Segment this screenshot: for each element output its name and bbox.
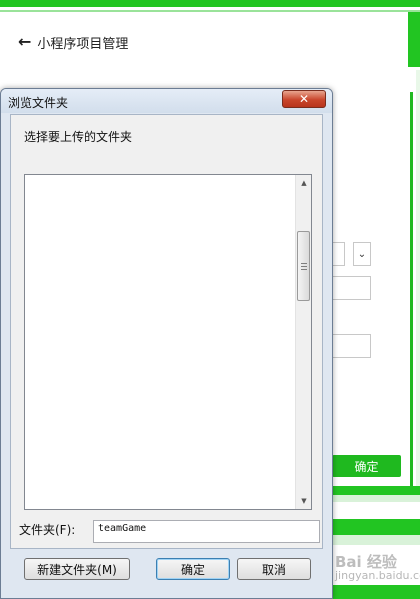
background-input-1[interactable] [331, 276, 371, 300]
background-confirm-button[interactable]: 确定 [332, 455, 401, 477]
ok-button[interactable]: 确定 [156, 558, 230, 580]
scroll-down-icon[interactable]: ▼ [296, 493, 312, 509]
grip-icon [300, 262, 307, 270]
top-brand-accent [0, 10, 420, 12]
folder-row: 文件夹(F): teamGame [10, 516, 323, 543]
cancel-button[interactable]: 取消 [237, 558, 311, 580]
browse-folder-dialog: 浏览文件夹 ✕ 选择要上传的文件夹 ▲ ▼ 文件夹(F): teamGame 新… [0, 88, 333, 599]
chevron-down-icon[interactable]: ⌄ [353, 242, 371, 266]
page-title: 小程序项目管理 [37, 36, 129, 52]
right-accent-shadow [416, 70, 420, 490]
background-band [332, 535, 420, 545]
watermark-url: jingyan.baidu.com [335, 569, 420, 582]
dialog-content: 选择要上传的文件夹 ▲ ▼ [10, 114, 323, 549]
scroll-thumb[interactable] [297, 231, 310, 301]
top-brand-bar [0, 0, 420, 7]
arrow-left-icon: ← [18, 32, 32, 51]
right-accent-strip [408, 12, 420, 67]
folder-tree[interactable]: ▲ ▼ [24, 174, 312, 510]
folder-label: 文件夹(F): [19, 523, 76, 537]
instruction-text: 选择要上传的文件夹 [24, 130, 133, 144]
folder-name-input[interactable]: teamGame [93, 520, 320, 543]
background-band [332, 519, 420, 535]
right-accent-line [410, 92, 413, 487]
dialog-titlebar[interactable]: 浏览文件夹 ✕ [1, 89, 332, 113]
background-footer-bar [332, 585, 420, 599]
back-link[interactable]: ← 小程序项目管理 [18, 32, 128, 52]
background-input-2[interactable] [331, 334, 371, 358]
background-select[interactable] [331, 242, 345, 266]
dialog-title: 浏览文件夹 [8, 96, 69, 110]
background-band [332, 495, 420, 502]
new-folder-button[interactable]: 新建文件夹(M) [24, 558, 130, 580]
background-band [332, 486, 420, 495]
scroll-up-icon[interactable]: ▲ [296, 175, 312, 191]
watermark: Bai 经验 jingyan.baidu.com [335, 553, 420, 583]
vertical-scrollbar[interactable]: ▲ ▼ [295, 175, 311, 509]
close-button[interactable]: ✕ [282, 90, 326, 108]
close-icon: ✕ [298, 92, 310, 106]
watermark-brand: Bai 经验 [335, 553, 397, 571]
